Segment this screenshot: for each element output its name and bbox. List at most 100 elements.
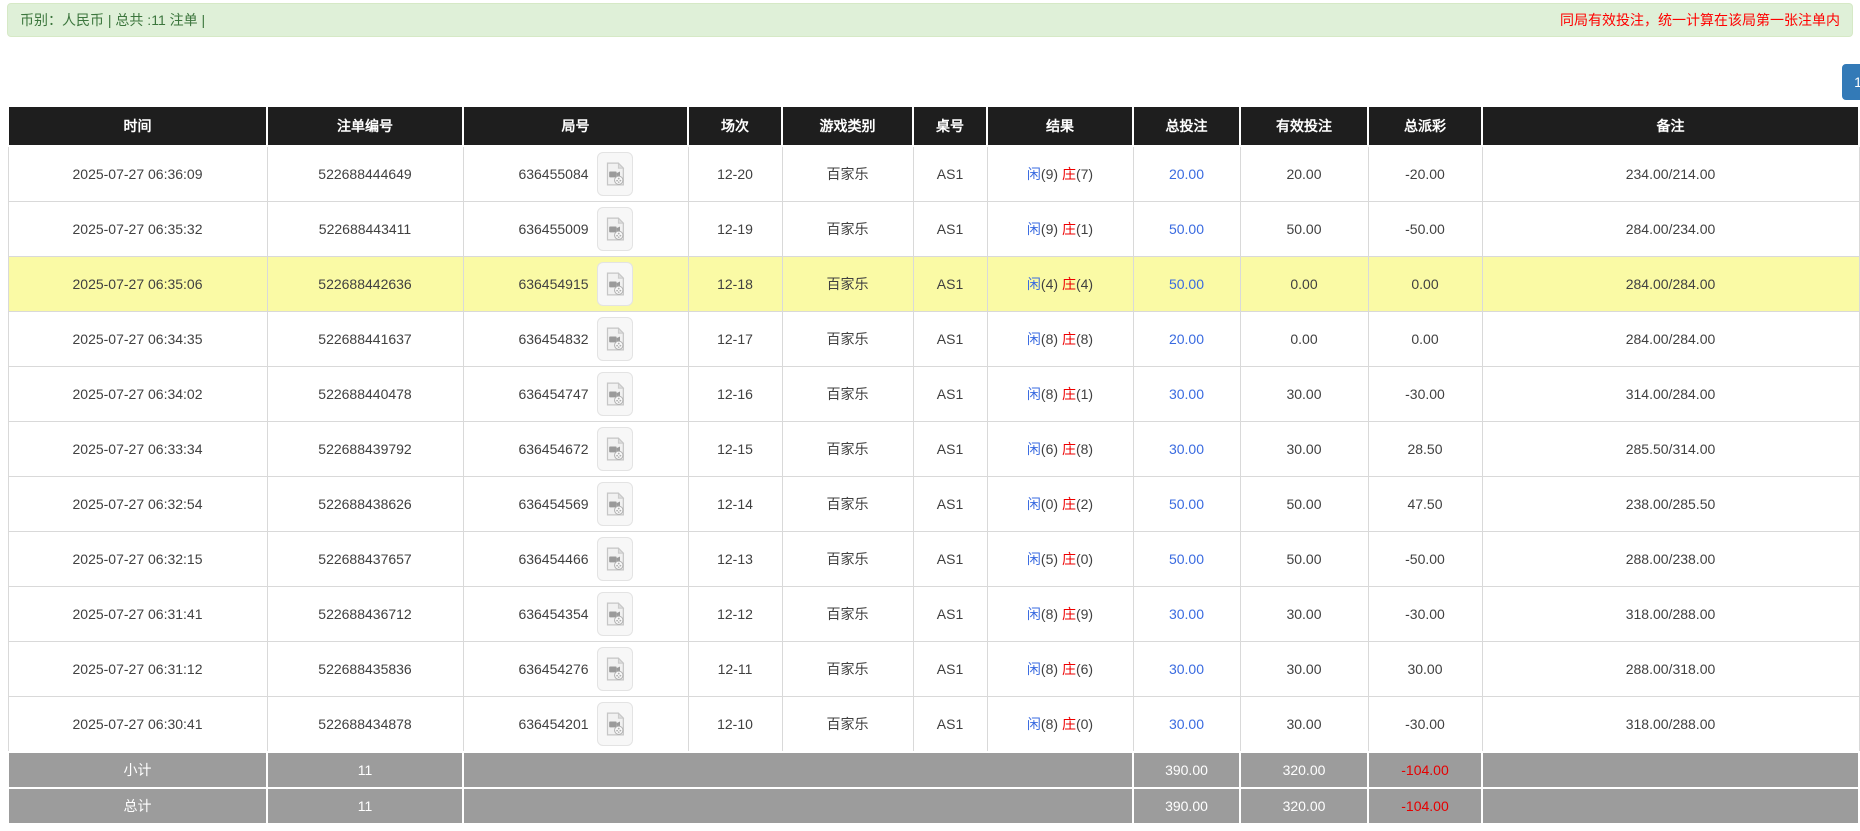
cell-total-bet: 50.00	[1133, 257, 1240, 312]
cell-session: 12-12	[688, 587, 782, 642]
video-file-icon	[605, 602, 625, 626]
total-label: 总计	[8, 788, 267, 824]
total-bet-link[interactable]: 50.00	[1169, 276, 1204, 292]
round-id-value: 636454832	[518, 331, 588, 347]
notice-bar: 币别：人民币 | 总共 :11 注单 | 同局有效投注，统一计算在该局第一张注单…	[7, 3, 1853, 37]
header-session: 场次	[688, 106, 782, 146]
cell-remark: 318.00/288.00	[1482, 697, 1859, 753]
total-remark	[1482, 788, 1859, 824]
round-id-value: 636454747	[518, 386, 588, 402]
round-video-button[interactable]	[597, 537, 633, 581]
cell-payout: -30.00	[1368, 587, 1482, 642]
cell-valid-bet: 50.00	[1240, 202, 1368, 257]
total-count: 11	[267, 788, 463, 824]
header-total-bet: 总投注	[1133, 106, 1240, 146]
cell-valid-bet: 50.00	[1240, 532, 1368, 587]
total-bet-link[interactable]: 30.00	[1169, 386, 1204, 402]
cell-game-type: 百家乐	[782, 312, 913, 367]
cell-total-bet: 20.00	[1133, 146, 1240, 202]
cell-game-type: 百家乐	[782, 587, 913, 642]
round-id-value: 636454672	[518, 441, 588, 457]
cell-payout: 28.50	[1368, 422, 1482, 477]
cell-valid-bet: 0.00	[1240, 312, 1368, 367]
cell-table-no: AS1	[913, 257, 987, 312]
round-video-button[interactable]	[597, 592, 633, 636]
cell-time: 2025-07-27 06:34:35	[8, 312, 267, 367]
cell-payout: 0.00	[1368, 312, 1482, 367]
cell-bet-id: 522688436712	[267, 587, 463, 642]
cell-total-bet: 30.00	[1133, 422, 1240, 477]
video-file-icon	[605, 217, 625, 241]
cell-table-no: AS1	[913, 587, 987, 642]
banker-label: 庄	[1062, 331, 1076, 347]
total-bet-link[interactable]: 20.00	[1169, 166, 1204, 182]
banker-score: (1)	[1076, 386, 1093, 402]
round-id-group: 636454569	[468, 482, 684, 526]
cell-round-id: 636454466	[463, 532, 688, 587]
player-label: 闲	[1027, 221, 1041, 237]
banker-score: (7)	[1076, 166, 1093, 182]
page-button-1[interactable]: 1	[1842, 64, 1860, 100]
round-video-button[interactable]	[597, 482, 633, 526]
cell-payout: -50.00	[1368, 532, 1482, 587]
banker-label: 庄	[1062, 386, 1076, 402]
table-row: 2025-07-27 06:32:54522688438626636454569…	[8, 477, 1859, 532]
round-id-group: 636454201	[468, 702, 684, 746]
round-video-button[interactable]	[597, 152, 633, 196]
banker-label: 庄	[1062, 441, 1076, 457]
cell-remark: 238.00/285.50	[1482, 477, 1859, 532]
subtotal-spacer	[463, 752, 1133, 788]
round-video-button[interactable]	[597, 427, 633, 471]
banker-label: 庄	[1062, 716, 1076, 732]
round-video-button[interactable]	[597, 262, 633, 306]
cell-payout: 30.00	[1368, 642, 1482, 697]
player-score: (5)	[1041, 551, 1058, 567]
cell-valid-bet: 50.00	[1240, 477, 1368, 532]
video-file-icon	[605, 547, 625, 571]
cell-session: 12-14	[688, 477, 782, 532]
total-payout: -104.00	[1368, 788, 1482, 824]
cell-table-no: AS1	[913, 202, 987, 257]
cell-result: 闲(4) 庄(4)	[987, 257, 1133, 312]
header-game-type: 游戏类别	[782, 106, 913, 146]
total-bet-link[interactable]: 30.00	[1169, 716, 1204, 732]
total-bet-link[interactable]: 20.00	[1169, 331, 1204, 347]
round-video-button[interactable]	[597, 317, 633, 361]
banker-label: 庄	[1062, 551, 1076, 567]
table-body: 2025-07-27 06:36:09522688444649636455084…	[8, 146, 1859, 752]
cell-bet-id: 522688434878	[267, 697, 463, 753]
cell-game-type: 百家乐	[782, 257, 913, 312]
cell-session: 12-19	[688, 202, 782, 257]
total-bet-link[interactable]: 30.00	[1169, 606, 1204, 622]
total-bet-link[interactable]: 30.00	[1169, 441, 1204, 457]
cell-game-type: 百家乐	[782, 697, 913, 753]
video-file-icon	[605, 272, 625, 296]
subtotal-payout: -104.00	[1368, 752, 1482, 788]
cell-round-id: 636454915	[463, 257, 688, 312]
cell-time: 2025-07-27 06:36:09	[8, 146, 267, 202]
total-bet-link[interactable]: 50.00	[1169, 496, 1204, 512]
cell-bet-id: 522688441637	[267, 312, 463, 367]
cell-result: 闲(6) 庄(8)	[987, 422, 1133, 477]
subtotal-valid-bet: 320.00	[1240, 752, 1368, 788]
video-file-icon	[605, 657, 625, 681]
header-table-no: 桌号	[913, 106, 987, 146]
cell-table-no: AS1	[913, 146, 987, 202]
player-label: 闲	[1027, 496, 1041, 512]
total-bet-link[interactable]: 50.00	[1169, 551, 1204, 567]
cell-bet-id: 522688443411	[267, 202, 463, 257]
cell-valid-bet: 30.00	[1240, 422, 1368, 477]
total-bet-link[interactable]: 50.00	[1169, 221, 1204, 237]
cell-remark: 288.00/318.00	[1482, 642, 1859, 697]
cell-valid-bet: 30.00	[1240, 367, 1368, 422]
cell-game-type: 百家乐	[782, 202, 913, 257]
cell-bet-id: 522688435836	[267, 642, 463, 697]
banker-score: (1)	[1076, 221, 1093, 237]
round-video-button[interactable]	[597, 372, 633, 416]
round-video-button[interactable]	[597, 207, 633, 251]
round-id-group: 636454354	[468, 592, 684, 636]
round-video-button[interactable]	[597, 702, 633, 746]
round-video-button[interactable]	[597, 647, 633, 691]
banker-label: 庄	[1062, 496, 1076, 512]
total-bet-link[interactable]: 30.00	[1169, 661, 1204, 677]
